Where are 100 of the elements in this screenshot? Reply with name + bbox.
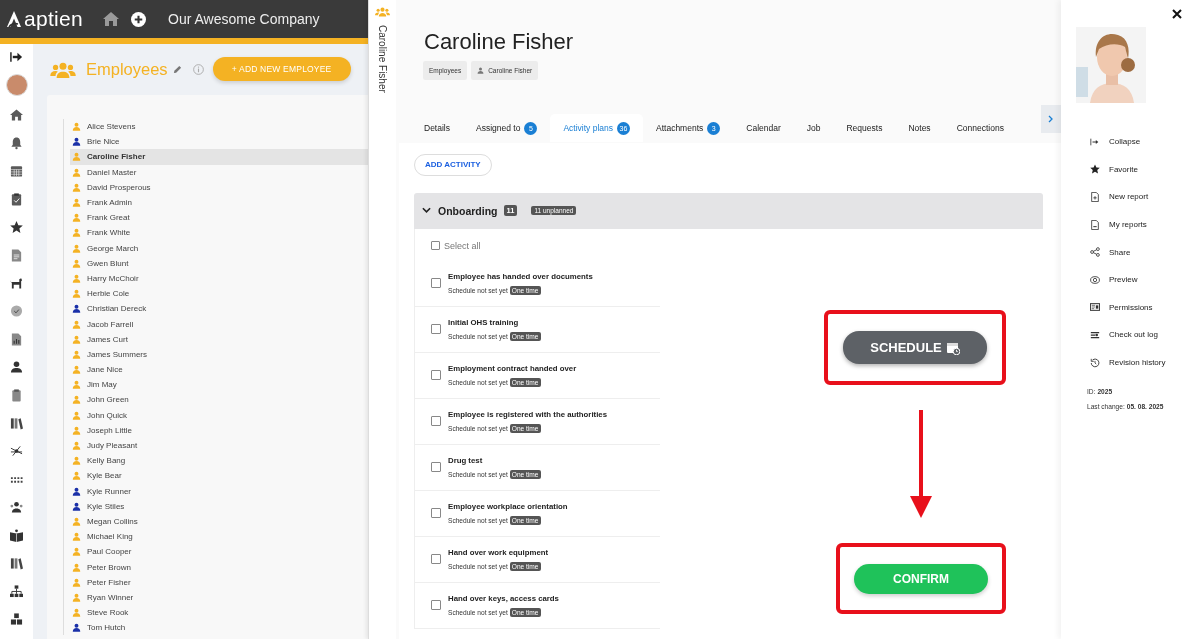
employee-item[interactable]: Herbie Cole bbox=[70, 286, 368, 302]
side-tab[interactable]: Caroline Fisher bbox=[368, 0, 396, 639]
employee-item[interactable]: James Curt bbox=[70, 331, 368, 347]
menu-item[interactable]: Revision history bbox=[1090, 348, 1200, 377]
employee-item[interactable]: Jim May bbox=[70, 377, 368, 393]
calendar-icon[interactable] bbox=[10, 164, 23, 178]
boxes-icon[interactable] bbox=[10, 612, 23, 626]
employee-item[interactable]: Megan Collins bbox=[70, 513, 368, 530]
org-chart-icon[interactable] bbox=[10, 584, 23, 598]
employee-item[interactable]: Peter Brown bbox=[70, 559, 368, 575]
menu-item[interactable]: New report bbox=[1090, 183, 1200, 211]
bell-icon[interactable] bbox=[10, 136, 23, 150]
pencil-icon[interactable] bbox=[172, 64, 182, 74]
employee-item[interactable]: Peter Fisher bbox=[70, 574, 368, 590]
collapse-icon[interactable] bbox=[10, 50, 23, 64]
tab[interactable]: Requests bbox=[833, 114, 896, 142]
employee-item[interactable]: George March bbox=[70, 240, 368, 256]
menu-item[interactable]: My reports bbox=[1090, 210, 1200, 239]
eye-icon bbox=[1090, 274, 1100, 285]
checkbox[interactable] bbox=[431, 554, 441, 564]
page-title: Employees bbox=[86, 59, 168, 79]
employee-item[interactable]: Ryan Winner bbox=[70, 589, 368, 605]
list-icon bbox=[1090, 329, 1100, 340]
employee-item[interactable]: Gwen Blunt bbox=[70, 255, 368, 271]
employee-item[interactable]: Steve Rook bbox=[70, 605, 368, 621]
add-icon[interactable] bbox=[131, 11, 147, 27]
document-icon[interactable] bbox=[10, 248, 23, 262]
record-title: Caroline Fisher bbox=[424, 29, 575, 55]
calendar-icon bbox=[945, 340, 960, 355]
person-icon[interactable] bbox=[10, 360, 23, 374]
employee-item[interactable]: John Quick bbox=[70, 407, 368, 423]
star-icon bbox=[1090, 164, 1100, 175]
checkbox[interactable] bbox=[431, 324, 441, 334]
employee-item[interactable]: Jane Nice bbox=[70, 362, 368, 378]
employee-item[interactable]: James Summers bbox=[70, 346, 368, 362]
employee-item[interactable]: Harry McChoir bbox=[70, 270, 368, 287]
home-icon[interactable] bbox=[10, 108, 23, 122]
dog-icon[interactable] bbox=[10, 276, 23, 290]
employee-item[interactable]: Judy Pleasant bbox=[70, 437, 368, 454]
employee-item[interactable]: David Prosperous bbox=[70, 179, 368, 195]
employee-item[interactable]: Paul Cooper bbox=[70, 544, 368, 560]
clipboard-icon[interactable] bbox=[10, 192, 23, 206]
report-icon[interactable] bbox=[10, 332, 23, 346]
tab[interactable]: Calendar bbox=[733, 114, 794, 142]
employee-item[interactable]: Frank Great bbox=[70, 210, 368, 226]
tab[interactable]: Job bbox=[793, 114, 834, 142]
clipboard-icon[interactable] bbox=[10, 388, 23, 402]
employee-item[interactable]: Tom Hutch bbox=[70, 620, 368, 636]
menu-item[interactable]: Permissions bbox=[1090, 293, 1200, 322]
menu-item[interactable]: Preview bbox=[1090, 265, 1200, 294]
employee-item[interactable]: Brie Nice bbox=[70, 134, 368, 150]
checkbox[interactable] bbox=[431, 416, 441, 426]
document-plus-icon bbox=[1090, 192, 1100, 202]
company-name[interactable]: Our Awesome Company bbox=[168, 11, 320, 27]
checkbox[interactable] bbox=[431, 370, 441, 380]
tab[interactable]: Notes bbox=[895, 114, 944, 142]
menu-item[interactable]: Check out log bbox=[1090, 321, 1200, 349]
schedule-button[interactable]: SCHEDULE bbox=[843, 331, 987, 364]
logo-icon bbox=[6, 10, 22, 28]
star-icon[interactable] bbox=[10, 220, 23, 234]
employee-item[interactable]: Kyle Bear bbox=[70, 468, 368, 484]
checkbox[interactable] bbox=[431, 462, 441, 472]
employee-item[interactable]: Frank Admin bbox=[70, 194, 368, 211]
employee-item[interactable]: Kyle Runner bbox=[70, 483, 368, 499]
employee-item[interactable]: Jacob Farrell bbox=[70, 316, 368, 332]
employee-item[interactable]: Kelly Bang bbox=[70, 453, 368, 469]
logo-text: aptien bbox=[24, 7, 84, 31]
tab[interactable]: Details bbox=[411, 114, 463, 142]
employee-item[interactable]: Alice Stevens bbox=[70, 119, 368, 135]
books-icon[interactable] bbox=[10, 556, 23, 570]
book-icon[interactable] bbox=[10, 528, 23, 542]
employee-item[interactable]: Frank White bbox=[70, 225, 368, 241]
employee-item[interactable]: Michael King bbox=[70, 529, 368, 545]
employee-item[interactable]: Joseph Little bbox=[70, 422, 368, 438]
checkbox[interactable] bbox=[431, 278, 441, 288]
home-icon[interactable] bbox=[103, 12, 120, 26]
history-icon bbox=[1090, 357, 1100, 368]
people-icon bbox=[50, 60, 76, 78]
menu-item[interactable]: Collapse bbox=[1090, 128, 1200, 156]
books-icon[interactable] bbox=[10, 416, 23, 430]
tab[interactable]: Connections bbox=[943, 114, 1017, 142]
checkbox[interactable] bbox=[431, 600, 441, 610]
check-circle-icon[interactable] bbox=[10, 304, 23, 318]
employee-item[interactable]: Caroline Fisher bbox=[70, 149, 368, 165]
select-all-checkbox[interactable]: Select all bbox=[415, 228, 521, 261]
share-icon bbox=[1090, 247, 1100, 258]
person-icon bbox=[477, 67, 485, 74]
checkbox[interactable] bbox=[431, 508, 441, 518]
employee-item[interactable]: Kyle Stiles bbox=[70, 498, 368, 514]
people-icon[interactable] bbox=[10, 500, 23, 514]
add-activity-button[interactable]: ADD ACTIVITY bbox=[414, 153, 492, 176]
group-title: Onboarding bbox=[438, 204, 498, 217]
employee-item[interactable]: John Green bbox=[70, 392, 368, 408]
menu-item[interactable]: Share bbox=[1090, 238, 1200, 266]
avatar[interactable] bbox=[5, 74, 28, 96]
employee-item[interactable]: Daniel Master bbox=[70, 164, 368, 180]
menu-item[interactable]: Favorite bbox=[1090, 155, 1200, 184]
side-tab-label[interactable]: Caroline Fisher bbox=[377, 25, 388, 93]
close-icon[interactable] bbox=[1172, 9, 1182, 19]
employee-item[interactable]: Christian Dereck bbox=[70, 301, 368, 317]
